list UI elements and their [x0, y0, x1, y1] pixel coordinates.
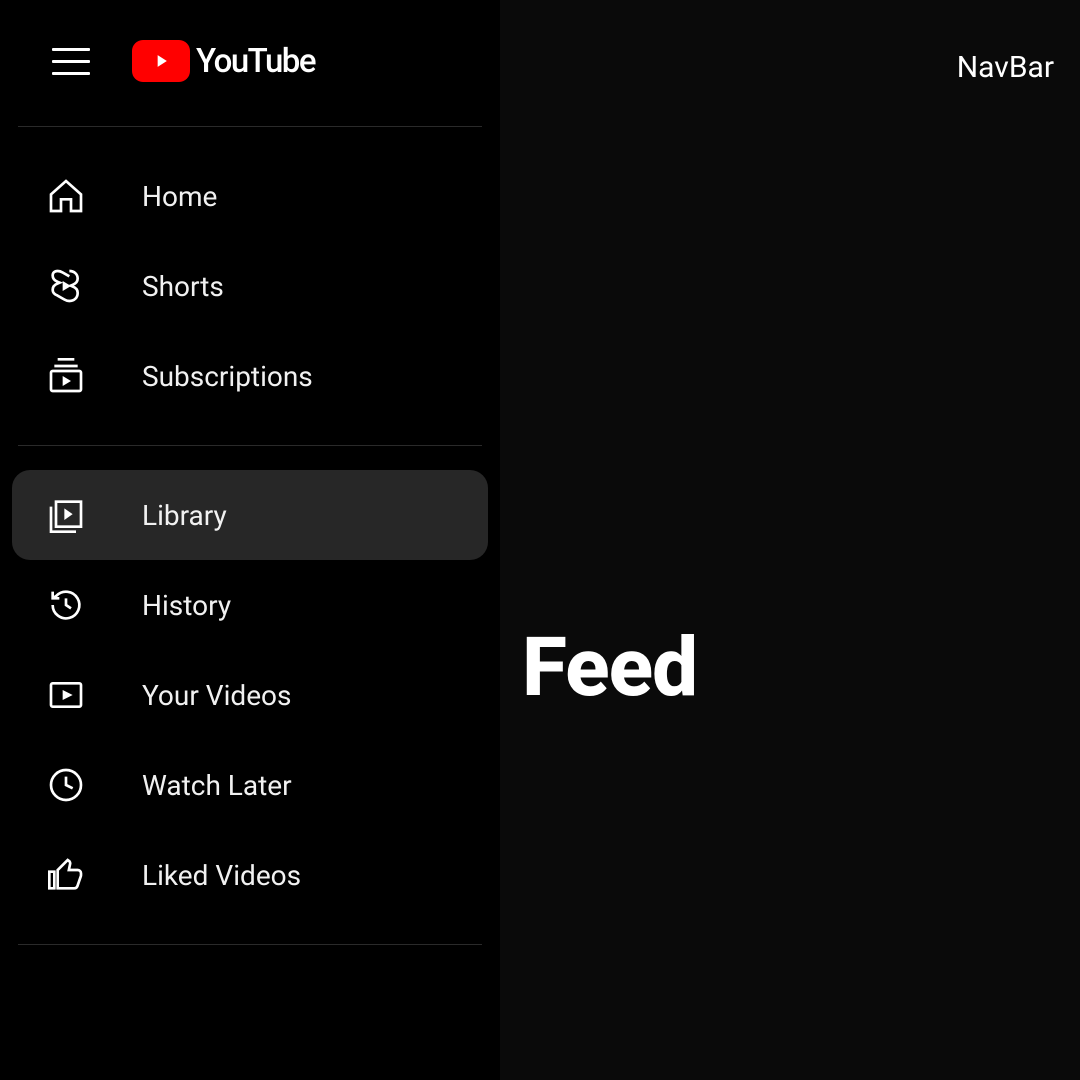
sidebar-item-label: Watch Later [142, 769, 292, 802]
brand-name: YouTube [196, 42, 315, 81]
divider [18, 445, 482, 446]
sidebar-item-label: Liked Videos [142, 859, 301, 892]
sidebar-item-watch-later[interactable]: Watch Later [12, 740, 488, 830]
sidebar-item-library[interactable]: Library [12, 470, 488, 560]
menu-toggle-button[interactable] [52, 41, 92, 81]
sidebar-item-label: History [142, 589, 231, 622]
divider [18, 126, 482, 127]
navbar-placeholder: NavBar [957, 50, 1054, 85]
sidebar-item-home[interactable]: Home [12, 151, 488, 241]
nav-group-library: Library History Your Videos Watch Later … [12, 450, 488, 940]
feed-placeholder: Feed [522, 620, 697, 716]
library-icon [46, 495, 86, 535]
play-box-icon [46, 675, 86, 715]
clock-icon [46, 765, 86, 805]
home-icon [46, 176, 86, 216]
history-icon [46, 585, 86, 625]
sidebar-item-label: Home [142, 180, 217, 213]
main-content: NavBar Feed [500, 0, 1080, 1080]
sidebar-header: YouTube [12, 0, 488, 122]
thumbs-up-icon [46, 855, 86, 895]
sidebar-item-subscriptions[interactable]: Subscriptions [12, 331, 488, 421]
sidebar: YouTube Home Shorts Subscriptions [0, 0, 500, 1080]
youtube-logo[interactable]: YouTube [132, 40, 315, 82]
sidebar-item-label: Subscriptions [142, 360, 313, 393]
sidebar-item-label: Library [142, 499, 227, 532]
divider [18, 944, 482, 945]
nav-group-main: Home Shorts Subscriptions [12, 131, 488, 441]
sidebar-item-history[interactable]: History [12, 560, 488, 650]
shorts-icon [46, 266, 86, 306]
subscriptions-icon [46, 356, 86, 396]
sidebar-item-liked-videos[interactable]: Liked Videos [12, 830, 488, 920]
sidebar-item-label: Your Videos [142, 679, 291, 712]
sidebar-item-your-videos[interactable]: Your Videos [12, 650, 488, 740]
sidebar-item-shorts[interactable]: Shorts [12, 241, 488, 331]
youtube-play-icon [132, 40, 190, 82]
sidebar-item-label: Shorts [142, 270, 224, 303]
